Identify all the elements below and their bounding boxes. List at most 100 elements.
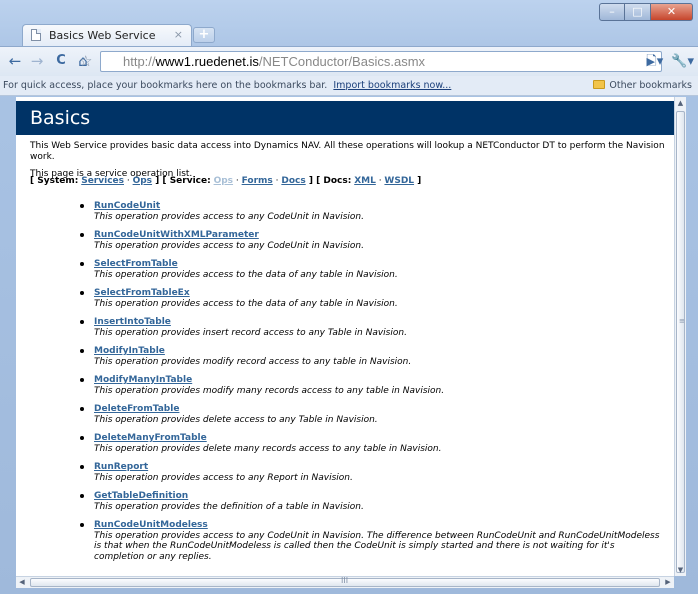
url-text[interactable]: http://www1.ruedenet.is/NETConductor/Bas… <box>123 54 425 69</box>
list-item: RunCodeUnit This operation provides acces… <box>78 201 663 222</box>
bullet-icon <box>80 436 84 440</box>
minimize-button[interactable]: – <box>599 3 625 21</box>
operation-link[interactable]: RunCodeUnitWithXMLParameter <box>94 230 663 241</box>
page-icon <box>31 29 41 41</box>
bookmarks-hint: For quick access, place your bookmarks h… <box>3 80 452 91</box>
browser-window: Basics Web Service × + – □ ✕ ← → C ⌂ ☆ h… <box>0 0 698 594</box>
docs-link[interactable]: Docs <box>281 176 305 186</box>
bullet-icon <box>80 523 84 527</box>
list-item: RunCodeUnitModeless This operation provid… <box>78 520 663 562</box>
operation-description: This operation provides modify many reco… <box>94 385 445 396</box>
horizontal-scrollbar[interactable]: ◀ III ▶ <box>16 576 674 588</box>
operation-link[interactable]: RunCodeUnit <box>94 201 663 212</box>
operation-description: This operation provides delete many reco… <box>94 443 442 454</box>
list-item: DeleteManyFromTable This operation provid… <box>78 433 663 454</box>
list-item: SelectFromTable This operation provides a… <box>78 259 663 280</box>
list-item: InsertIntoTable This operation provides i… <box>78 317 663 338</box>
operation-description: This operation provides modify record ac… <box>94 356 412 367</box>
reload-icon[interactable]: C <box>52 52 70 70</box>
list-item: RunReport This operation provides access … <box>78 462 663 483</box>
navigation-toolbar: ← → C ⌂ ☆ http://www1.ruedenet.is/NETCon… <box>0 46 698 76</box>
services-link[interactable]: Services <box>81 176 124 186</box>
operation-link[interactable]: DeleteManyFromTable <box>94 433 663 444</box>
tab-close-icon[interactable]: × <box>174 28 183 41</box>
service-links: [ System: Services · Ops ] [ Service: Op… <box>30 176 422 186</box>
service-description: This Web Service provides basic data acc… <box>30 141 668 180</box>
scroll-left-icon[interactable]: ◀ <box>16 577 28 588</box>
page-content: Basics This Web Service provides basic d… <box>16 97 674 576</box>
operation-description: This operation provides access to the da… <box>94 298 398 309</box>
docs-label: Docs: <box>323 176 352 186</box>
wsdl-link[interactable]: WSDL <box>384 176 414 186</box>
vertical-scroll-thumb[interactable]: ≡ <box>676 111 685 573</box>
list-item: ModifyManyInTable This operation provides… <box>78 375 663 396</box>
page-menu-icon[interactable]: 🗋▾ <box>646 51 663 72</box>
list-item: RunCodeUnitWithXMLParameter This operatio… <box>78 230 663 251</box>
operation-link[interactable]: RunCodeUnitModeless <box>94 520 663 531</box>
ops-link[interactable]: Ops <box>133 176 152 186</box>
bullet-icon <box>80 291 84 295</box>
forward-arrow-icon[interactable]: → <box>28 52 46 70</box>
tab-title: Basics Web Service <box>49 29 156 42</box>
list-item: ModifyInTable This operation provides mod… <box>78 346 663 367</box>
address-bar[interactable]: ☆ http://www1.ruedenet.is/NETConductor/B… <box>79 51 662 72</box>
operation-description: This operation provides access to the da… <box>94 269 398 280</box>
other-bookmarks-button[interactable]: Other bookmarks <box>593 76 692 95</box>
horizontal-scroll-thumb[interactable]: III <box>30 576 660 587</box>
system-label: System: <box>37 176 79 186</box>
back-arrow-icon[interactable]: ← <box>6 52 24 70</box>
operation-link[interactable]: ModifyInTable <box>94 346 663 357</box>
bullet-icon <box>80 378 84 382</box>
tab-strip: Basics Web Service × + – □ ✕ <box>0 0 698 46</box>
service-ops-link[interactable]: Ops <box>214 176 233 186</box>
bullet-icon <box>80 407 84 411</box>
xml-link[interactable]: XML <box>354 176 376 186</box>
scroll-right-icon[interactable]: ▶ <box>662 577 674 588</box>
operation-description: This operation provides access to any Re… <box>94 472 353 483</box>
operation-link[interactable]: InsertIntoTable <box>94 317 663 328</box>
grip-icon: ≡ <box>679 317 685 325</box>
bookmarks-bar: For quick access, place your bookmarks h… <box>0 76 698 96</box>
operation-description: This operation provides access to any Co… <box>94 530 660 562</box>
forms-link[interactable]: Forms <box>242 176 273 186</box>
bullet-icon <box>80 320 84 324</box>
scroll-down-icon[interactable]: ▼ <box>675 564 686 576</box>
operation-link[interactable]: SelectFromTableEx <box>94 288 663 299</box>
operation-link[interactable]: SelectFromTable <box>94 259 663 270</box>
service-label: Service: <box>169 176 211 186</box>
bullet-icon <box>80 465 84 469</box>
bullet-icon <box>80 233 84 237</box>
wrench-menu-icon[interactable]: 🔧▾ <box>671 51 694 72</box>
grip-icon: III <box>341 576 349 585</box>
operation-link[interactable]: ModifyManyInTable <box>94 375 663 386</box>
operation-link[interactable]: DeleteFromTable <box>94 404 663 415</box>
operation-link[interactable]: RunReport <box>94 462 663 473</box>
folder-icon <box>593 80 606 89</box>
bullet-icon <box>80 494 84 498</box>
list-item: GetTableDefinition This operation provide… <box>78 491 663 512</box>
bookmark-star-icon[interactable]: ☆ <box>79 52 92 71</box>
description-text: This Web Service provides basic data acc… <box>30 141 665 162</box>
operation-list: RunCodeUnit This operation provides acces… <box>78 201 663 570</box>
vertical-scrollbar[interactable]: ▲ ≡ ▼ <box>674 97 686 576</box>
list-item: SelectFromTableEx This operation provides… <box>78 288 663 309</box>
bullet-icon <box>80 262 84 266</box>
maximize-button[interactable]: □ <box>625 3 651 21</box>
tab-basics-web-service[interactable]: Basics Web Service × <box>22 24 192 46</box>
operation-description: This operation provides access to any Co… <box>94 211 364 222</box>
window-controls: – □ ✕ <box>599 3 693 21</box>
operation-description: This operation provides delete access to… <box>94 414 378 425</box>
import-bookmarks-link[interactable]: Import bookmarks now... <box>333 80 451 91</box>
operation-description: This operation provides the definition o… <box>94 501 364 512</box>
toolbar-menus: 🗋▾ 🔧▾ <box>646 51 694 72</box>
page-title: Basics <box>16 101 674 135</box>
operation-description: This operation provides access to any Co… <box>94 240 364 251</box>
operation-description: This operation provides insert record ac… <box>94 327 407 338</box>
close-window-button[interactable]: ✕ <box>651 3 693 21</box>
scroll-up-icon[interactable]: ▲ <box>675 97 686 109</box>
bullet-icon <box>80 204 84 208</box>
bullet-icon <box>80 349 84 353</box>
list-item: DeleteFromTable This operation provides d… <box>78 404 663 425</box>
new-tab-button[interactable]: + <box>193 27 215 43</box>
operation-link[interactable]: GetTableDefinition <box>94 491 663 502</box>
